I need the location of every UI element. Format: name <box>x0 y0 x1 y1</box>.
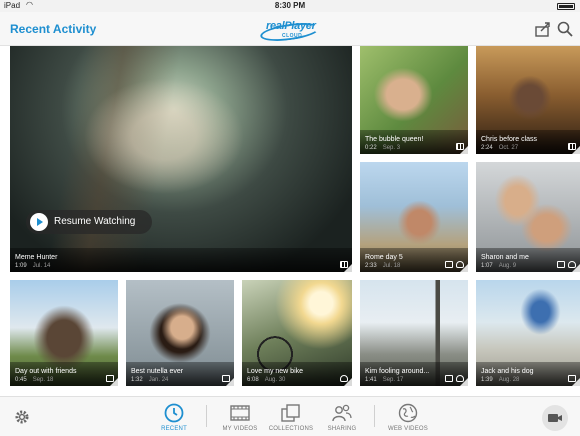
video-title: Rome day 5 <box>365 254 403 261</box>
video-title: Love my new bike <box>247 368 304 375</box>
video-tile[interactable]: Chris before class 2:24 Oct. 27 <box>476 46 580 154</box>
video-meta: 0:22 Sep. 3 <box>365 145 401 151</box>
video-title: Kim fooling around... <box>365 368 430 375</box>
video-tile[interactable]: Jack and his dog 1:39 Aug. 28 <box>476 280 580 386</box>
video-meta: 1:41 Sep. 17 <box>365 377 404 383</box>
video-tile[interactable]: Rome day 5 2:33 Jul. 18 <box>360 162 468 272</box>
video-meta: 0:45 Sep. 18 <box>15 377 54 383</box>
video-tile[interactable]: Kim fooling around... 1:41 Sep. 17 <box>360 280 468 386</box>
tile-corner <box>344 264 352 272</box>
tab-label: SHARING <box>327 426 357 432</box>
video-meta: 1:32 Jan. 24 <box>131 377 169 383</box>
collections-icon <box>281 404 300 422</box>
battery-icon <box>557 3 575 10</box>
video-tile[interactable]: Best nutella ever 1:32 Jan. 24 <box>126 280 234 386</box>
video-tile[interactable]: The bubble queen! 0:22 Sep. 3 <box>360 46 468 154</box>
clock-icon <box>164 403 184 423</box>
bottom-tab-bar: RECENT MY VIDEOS COLLECTIONS SHARING WEB <box>0 396 580 436</box>
gear-icon[interactable] <box>14 409 30 425</box>
video-title: Best nutella ever <box>131 368 184 375</box>
globe-icon <box>398 403 418 423</box>
realplayer-logo: realPlayer CLOUD <box>259 18 322 45</box>
resume-watching-button[interactable]: Resume Watching <box>26 210 152 234</box>
video-title: Day out with friends <box>15 368 77 375</box>
app-header: Recent Activity realPlayer CLOUD <box>0 12 580 46</box>
search-icon[interactable] <box>556 20 574 38</box>
share-icon[interactable] <box>534 20 552 38</box>
video-title: Meme Hunter <box>15 254 58 261</box>
video-meta: 1:07 Aug. 9 <box>481 263 517 269</box>
video-title: Sharon and me <box>481 254 529 261</box>
record-video-button[interactable] <box>542 405 568 431</box>
people-icon <box>332 404 352 422</box>
play-icon <box>30 213 48 231</box>
video-title: Jack and his dog <box>481 368 534 375</box>
tab-label: WEB VIDEOS <box>387 426 428 432</box>
clock-time: 8:30 PM <box>274 1 306 10</box>
resume-label: Resume Watching <box>54 216 136 227</box>
video-meta: 2:24 Oct. 27 <box>481 145 519 151</box>
video-meta: 2:33 Jul. 18 <box>365 263 401 269</box>
tab-recent[interactable]: RECENT <box>144 401 204 435</box>
device-mini-icon <box>445 375 453 382</box>
video-meta: 6:08 Aug. 30 <box>247 377 286 383</box>
featured-video-tile[interactable]: Resume Watching Meme Hunter 1:09 Jul. 14 <box>10 46 352 272</box>
device-mini-icon <box>557 261 565 268</box>
video-title: Chris before class <box>481 136 538 143</box>
device-mini-icon <box>445 261 453 268</box>
video-tile[interactable]: Love my new bike 6:08 Aug. 30 <box>242 280 352 386</box>
video-tile[interactable]: Sharon and me 1:07 Aug. 9 <box>476 162 580 272</box>
video-camera-icon <box>548 414 562 422</box>
video-title: The bubble queen! <box>365 136 424 143</box>
recent-activity-grid: Resume Watching Meme Hunter 1:09 Jul. 14 … <box>0 46 580 396</box>
film-icon <box>230 405 250 421</box>
video-meta: 1:09 Jul. 14 <box>15 263 51 269</box>
tab-label: RECENT <box>161 426 187 432</box>
status-bar: iPad ◠ 8:30 PM <box>0 0 580 12</box>
video-meta: 1:39 Aug. 28 <box>481 377 520 383</box>
video-tile[interactable]: Day out with friends 0:45 Sep. 18 <box>10 280 118 386</box>
page-title: Recent Activity <box>10 22 97 36</box>
tab-sharing[interactable]: SHARING <box>312 401 372 435</box>
tab-web-videos[interactable]: WEB VIDEOS <box>378 401 438 435</box>
